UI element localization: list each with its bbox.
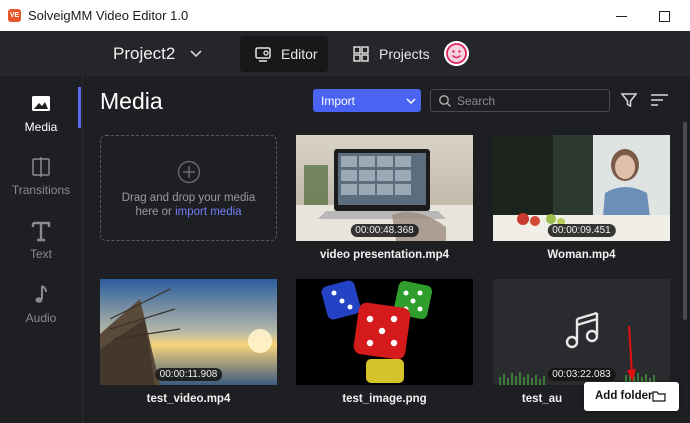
thumbnail: 00:00:09.451 [493, 135, 670, 241]
thumbnail: 00:00:48.368 [296, 135, 473, 241]
tab-editor-label: Editor [281, 46, 318, 62]
image-thumbnail [296, 279, 473, 385]
sidebar-item-media[interactable]: Media [0, 87, 82, 143]
image-icon [32, 96, 50, 111]
sidebar: Media Transitions Text Audio [0, 76, 82, 423]
import-media-link[interactable]: import media [175, 206, 241, 218]
sidebar-item-label: Text [29, 247, 52, 261]
sidebar-item-label: Transitions [11, 183, 71, 197]
page-title: Media [100, 88, 163, 114]
transitions-icon [32, 157, 50, 177]
drop-zone-text-2: here or import media [101, 206, 276, 218]
text-icon [31, 221, 51, 242]
drop-zone-text: Drag and drop your media [121, 192, 256, 204]
sort-icon[interactable] [650, 92, 669, 108]
search-box[interactable] [430, 89, 610, 112]
active-indicator [78, 87, 81, 128]
duration-badge: 00:03:22.083 [547, 368, 616, 381]
duration-badge: 00:00:11.908 [154, 368, 223, 381]
folder-icon [652, 391, 666, 402]
editor-icon [255, 47, 271, 62]
import-button-label: Import [321, 94, 356, 108]
tab-editor[interactable]: Editor [240, 36, 328, 72]
search-input[interactable] [457, 93, 605, 109]
duration-badge: 00:00:48.368 [350, 224, 419, 237]
minimize-button[interactable] [610, 6, 634, 26]
media-item-name: test_au [521, 393, 563, 405]
project-name[interactable]: Project2 [113, 44, 175, 64]
media-item-name: video presentation.mp4 [319, 249, 450, 261]
thumbnail: 00:00:11.908 [100, 279, 277, 385]
thumbnail [296, 279, 473, 385]
tab-projects[interactable]: Projects [338, 36, 430, 72]
top-bar: Project2 Editor Projects [0, 31, 690, 76]
music-note-icon [35, 285, 47, 303]
add-folder-button[interactable]: Add folder [584, 382, 679, 411]
drop-zone[interactable]: Drag and drop your media here or import … [100, 135, 277, 241]
plus-circle-icon [177, 160, 201, 184]
title-bar: VE SolveigMM Video Editor 1.0 [0, 0, 690, 31]
search-icon [439, 95, 451, 107]
window-title: SolveigMM Video Editor 1.0 [28, 8, 189, 23]
annotation-arrow-icon [627, 326, 636, 382]
maximize-button[interactable] [652, 6, 676, 26]
media-item-name: test_image.png [342, 393, 427, 405]
media-item-name: Woman.mp4 [547, 249, 616, 261]
sidebar-item-transitions[interactable]: Transitions [0, 150, 82, 206]
thumbnail: 00:03:22.083 [493, 279, 670, 385]
app-logo-icon: VE [8, 9, 21, 22]
drop-zone-prefix: here or [135, 206, 176, 218]
sidebar-item-audio[interactable]: Audio [0, 278, 82, 334]
add-folder-label: Add folder [595, 390, 653, 402]
projects-grid-icon [353, 46, 369, 62]
scrollbar[interactable] [683, 122, 687, 320]
media-item-name: test_video.mp4 [146, 393, 231, 405]
import-button[interactable]: Import [313, 89, 421, 112]
sidebar-item-text[interactable]: Text [0, 214, 82, 270]
chevron-down-icon [406, 98, 416, 105]
chevron-down-icon[interactable] [188, 45, 204, 61]
filter-icon[interactable] [620, 91, 638, 109]
sidebar-item-label: Audio [25, 311, 57, 325]
tab-projects-label: Projects [379, 46, 430, 62]
sidebar-item-label: Media [24, 120, 58, 134]
duration-badge: 00:00:09.451 [547, 224, 616, 237]
smiley-avatar-icon[interactable] [444, 41, 469, 66]
